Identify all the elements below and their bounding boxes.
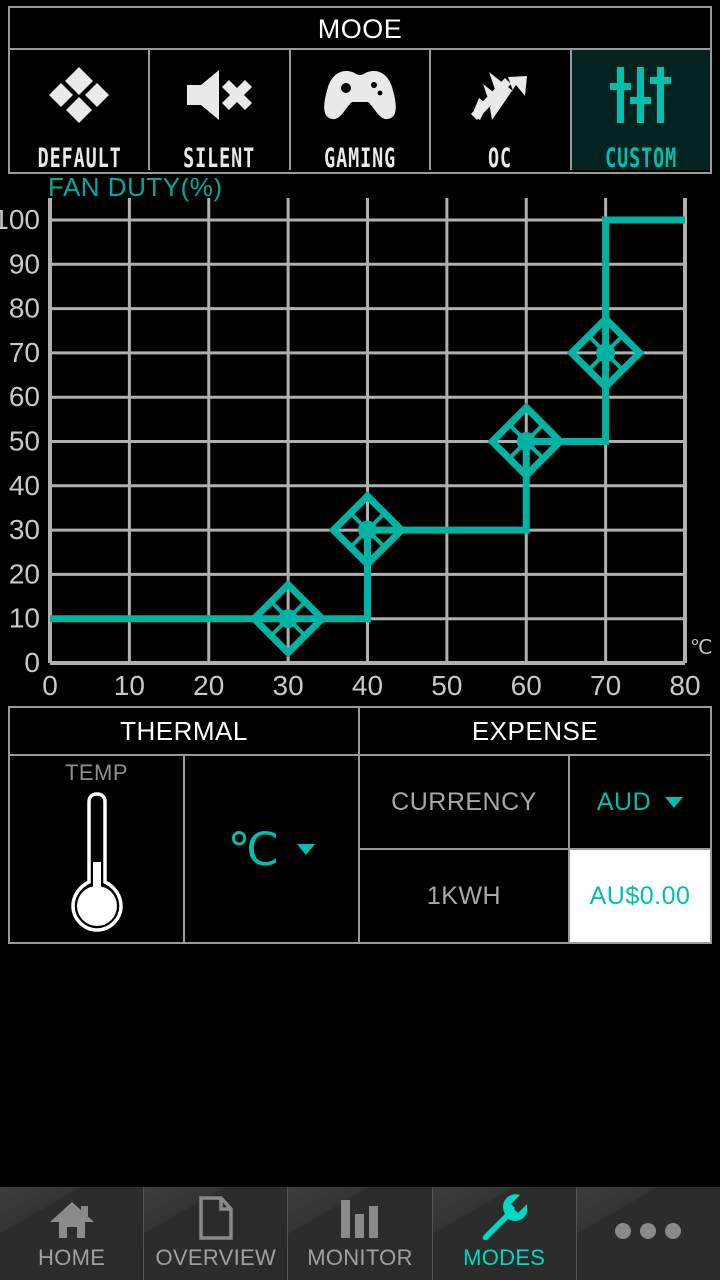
svg-text:0: 0	[42, 670, 58, 700]
nav-item-modes[interactable]: MODES	[433, 1187, 577, 1280]
mode-tab-gaming[interactable]: GAMING	[291, 50, 431, 170]
mute-speaker-icon	[185, 62, 255, 128]
expense-row-currency: CURRENCY AUD	[360, 756, 710, 850]
mode-tab-label: GAMING	[324, 144, 396, 171]
mode-header-panel: MOOE DEFAULT	[8, 6, 712, 174]
temperature-unit-value: ℃	[228, 826, 280, 872]
nav-item-label: OVERVIEW	[156, 1245, 277, 1271]
bars-icon	[338, 1196, 382, 1240]
nav-item-overview[interactable]: OVERVIEW	[144, 1187, 288, 1280]
mode-tab-silent[interactable]: SILENT	[150, 50, 290, 170]
chart-tick-labels: 0 10 20 30 40 50 60 70 80 90 100 0 10 20 30 40 50 60 70 80	[0, 204, 701, 700]
expense-row-kwh: 1KWH AU$0.00	[360, 850, 710, 942]
svg-text:60: 60	[511, 670, 542, 700]
svg-text:80: 80	[669, 670, 700, 700]
nav-item-label: MONITOR	[307, 1245, 413, 1271]
chevron-down-icon	[665, 797, 683, 808]
svg-text:50: 50	[9, 426, 40, 457]
mode-tab-label: SILENT	[184, 144, 256, 171]
sliders-icon	[609, 62, 673, 128]
gamepad-icon	[322, 62, 398, 128]
currency-selector[interactable]: AUD	[570, 756, 710, 848]
thermal-header: THERMAL	[10, 708, 360, 754]
expense-section: CURRENCY AUD 1KWH AU$0.00	[360, 756, 710, 942]
svg-text:30: 30	[9, 514, 40, 545]
kwh-price-field[interactable]: AU$0.00	[570, 850, 710, 942]
svg-text:20: 20	[193, 670, 224, 700]
svg-text:70: 70	[590, 670, 621, 700]
home-icon	[49, 1196, 95, 1240]
svg-text:10: 10	[9, 603, 40, 634]
svg-text:80: 80	[9, 293, 40, 324]
app-root: MOOE DEFAULT	[0, 0, 720, 1280]
mode-tab-label: CUSTOM	[605, 144, 677, 171]
svg-text:70: 70	[9, 337, 40, 368]
temp-label: TEMP	[65, 760, 128, 786]
svg-text:100: 100	[0, 204, 40, 235]
panel-body: TEMP ℃ CURRENCY AUD	[10, 756, 710, 942]
panel-headers: THERMAL EXPENSE	[10, 708, 710, 756]
mode-tab-default[interactable]: DEFAULT	[10, 50, 150, 170]
mode-tab-label: DEFAULT	[37, 144, 121, 171]
expense-header: EXPENSE	[360, 708, 710, 754]
svg-text:50: 50	[431, 670, 462, 700]
nav-item-label: MODES	[463, 1245, 545, 1271]
chart-canvas[interactable]: 010203040506070809010001020304050607080 …	[0, 178, 720, 700]
thermal-expense-panel: THERMAL EXPENSE TEMP ℃	[8, 706, 712, 944]
temperature-gauge-cell: TEMP	[10, 756, 185, 942]
mode-tab-bar: DEFAULT SILENT	[10, 50, 710, 170]
diamonds-icon	[48, 62, 110, 128]
bottom-navigation-bar: HOME OVERVIEW MONIT	[0, 1187, 720, 1280]
page-title: MOOE	[10, 8, 710, 50]
svg-text:60: 60	[9, 381, 40, 412]
chevron-down-icon	[297, 844, 315, 855]
document-icon	[198, 1196, 234, 1240]
kwh-price-value: AU$0.00	[590, 882, 691, 911]
currency-label: CURRENCY	[360, 756, 570, 848]
svg-text:30: 30	[273, 670, 304, 700]
mode-tab-oc[interactable]: OC	[431, 50, 571, 170]
kwh-label: 1KWH	[360, 850, 570, 942]
thermometer-icon	[49, 786, 145, 936]
svg-text:90: 90	[9, 248, 40, 279]
nav-item-label: HOME	[38, 1245, 105, 1271]
svg-text:10: 10	[114, 670, 145, 700]
chart-x-unit-label: ℃	[690, 637, 712, 659]
svg-text:20: 20	[9, 558, 40, 589]
svg-text:40: 40	[352, 670, 383, 700]
nav-item-monitor[interactable]: MONITOR	[288, 1187, 432, 1280]
trend-arrow-icon	[469, 62, 531, 128]
mode-tab-label: OC	[488, 144, 512, 171]
nav-item-overflow[interactable]	[577, 1187, 720, 1280]
currency-value: AUD	[597, 788, 651, 817]
thermal-section: TEMP ℃	[10, 756, 360, 942]
wrench-icon	[481, 1196, 527, 1240]
nav-item-home[interactable]: HOME	[0, 1187, 144, 1280]
temperature-unit-selector[interactable]: ℃	[185, 756, 358, 942]
mode-tab-custom[interactable]: CUSTOM	[572, 50, 710, 170]
svg-text:0: 0	[24, 647, 40, 678]
overflow-dots-icon	[613, 1222, 683, 1240]
fan-curve-chart[interactable]: FAN DUTY(%) 0102030405060708090100010203…	[0, 178, 720, 700]
svg-text:40: 40	[9, 470, 40, 501]
